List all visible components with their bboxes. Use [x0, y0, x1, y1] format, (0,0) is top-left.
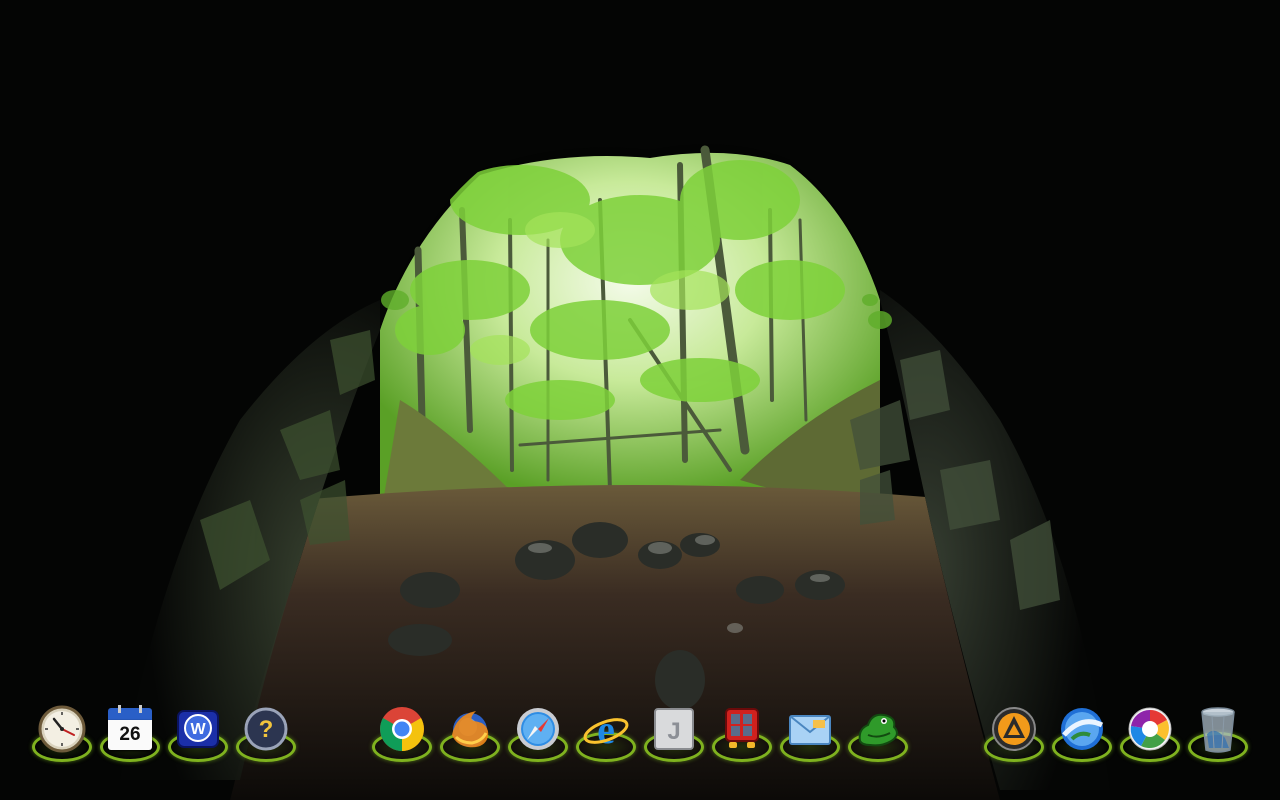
dock-item-internet-explorer[interactable]: e	[576, 704, 636, 770]
recycle-bin-icon	[1193, 704, 1243, 754]
dock-item-help[interactable]: ?	[236, 704, 296, 770]
wordweb-icon: W	[173, 704, 223, 754]
gecko-icon	[853, 704, 903, 754]
dock-item-aimp[interactable]	[984, 704, 1044, 770]
analog-clock-icon	[37, 704, 87, 754]
calendar-date: 26	[119, 724, 141, 745]
cave-forest-scene	[0, 0, 1280, 800]
dock-item-tv-app[interactable]	[712, 704, 772, 770]
svg-text:e: e	[597, 707, 615, 752]
help-icon: ?	[241, 704, 291, 754]
aimp-icon	[989, 704, 1039, 754]
dock-item-picasa[interactable]	[1120, 704, 1180, 770]
google-earth-icon	[1057, 704, 1107, 754]
picasa-icon	[1125, 704, 1175, 754]
dock: 26 W ? e J	[0, 700, 1280, 800]
mail-icon	[785, 704, 835, 754]
dock-item-calendar[interactable]: 26	[100, 704, 160, 770]
j-app-icon: J	[649, 704, 699, 754]
retro-tv-icon	[717, 704, 767, 754]
svg-text:W: W	[190, 721, 206, 738]
ie-icon: e	[581, 704, 631, 754]
dock-item-chrome[interactable]	[372, 704, 432, 770]
dock-item-j-app[interactable]: J	[644, 704, 704, 770]
calendar-icon: 26	[105, 704, 155, 754]
safari-icon	[513, 704, 563, 754]
chrome-icon	[377, 704, 427, 754]
dock-item-mail[interactable]	[780, 704, 840, 770]
dock-item-safari[interactable]	[508, 704, 568, 770]
svg-text:J: J	[667, 718, 680, 745]
dock-item-wordweb[interactable]: W	[168, 704, 228, 770]
svg-text:?: ?	[259, 716, 274, 743]
dock-item-gecko-app[interactable]	[848, 704, 908, 770]
dock-item-recycle-bin[interactable]	[1188, 704, 1248, 770]
firefox-icon	[445, 704, 495, 754]
dock-item-clock[interactable]	[32, 704, 92, 770]
dock-item-firefox[interactable]	[440, 704, 500, 770]
dock-item-google-earth[interactable]	[1052, 704, 1112, 770]
desktop-wallpaper	[0, 0, 1280, 800]
